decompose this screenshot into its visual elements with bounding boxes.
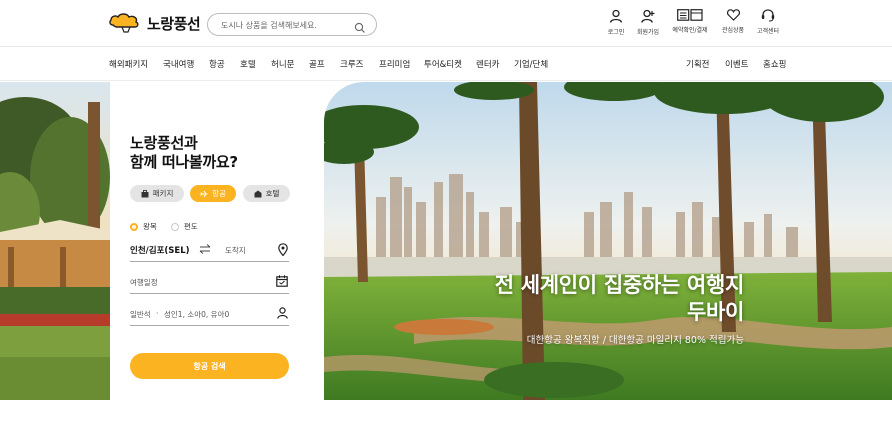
tab-hotel[interactable]: 호텔 <box>243 185 290 202</box>
date-field[interactable]: 여행일정 <box>130 272 289 294</box>
passenger-icon <box>277 307 288 321</box>
search-box[interactable] <box>207 13 377 36</box>
nav-item-overseas-package[interactable]: 해외패키지 <box>109 58 148 70</box>
route-field: 인천/김포(SEL) 도착지 <box>130 240 289 262</box>
radio-one-way-label: 편도 <box>183 222 198 231</box>
radio-selected-icon <box>130 222 138 231</box>
nav-item-hotel[interactable]: 호텔 <box>240 58 256 70</box>
main-nav: 해외패키지 국내여행 항공 호텔 허니문 골프 크루즈 프리미엄 투어&티켓 렌… <box>0 47 892 81</box>
search-input[interactable] <box>221 17 351 33</box>
suitcase-icon <box>141 189 149 198</box>
search-icon[interactable] <box>354 19 366 33</box>
booking-link[interactable]: 예약확인/결제 <box>670 9 710 34</box>
nav-item-homeshopping[interactable]: 홈쇼핑 <box>763 58 786 70</box>
separator-dot: · <box>156 309 159 318</box>
wishlist-link[interactable]: 관심상품 <box>713 9 753 34</box>
nav-item-honeymoon[interactable]: 허니문 <box>271 58 294 70</box>
hero-headline-line1: 전 세계인이 집중하는 여행지 <box>494 273 745 297</box>
heart-icon <box>713 9 753 21</box>
dubai-hero-image[interactable]: 전 세계인이 집중하는 여행지 두바이 대한항공 왕복직항 / 대한항공 마일리… <box>324 82 892 400</box>
trip-type-group: 왕복 편도 <box>130 221 198 232</box>
panel-title-line2: 함께 떠나볼까요? <box>130 153 238 171</box>
panel-title: 노랑풍선과 함께 떠나볼까요? <box>130 134 238 172</box>
tab-package-label: 패키지 <box>152 189 174 198</box>
nav-item-premium[interactable]: 프리미엄 <box>379 58 410 70</box>
signup-label: 회원가입 <box>636 29 660 36</box>
cabin-class-value: 일반석 <box>130 310 151 319</box>
passenger-count-value: 성인1, 소아0, 유아0 <box>164 310 230 319</box>
radio-round-trip-label: 왕복 <box>143 222 157 231</box>
brand-logo[interactable]: 노랑풍선 <box>109 11 201 35</box>
hero-subtext: 대한항공 왕복직항 / 대한항공 마일리지 80% 적립가능 <box>526 335 744 346</box>
radio-unselected-icon <box>170 222 179 231</box>
passenger-field[interactable]: 일반석 · 성인1, 소아0, 유아0 <box>130 304 289 326</box>
headset-icon <box>748 9 788 22</box>
swap-arrows-icon[interactable] <box>199 244 211 256</box>
nav-item-domestic[interactable]: 국내여행 <box>163 58 194 70</box>
nav-item-golf[interactable]: 골프 <box>309 58 325 70</box>
booking-label: 예약확인/결제 <box>672 27 708 34</box>
tab-hotel-label: 호텔 <box>265 189 280 198</box>
nav-item-rentcar[interactable]: 렌터카 <box>476 58 499 70</box>
booking-icon <box>670 9 710 21</box>
person-add-icon <box>628 9 668 23</box>
customer-center-link[interactable]: 고객센터 <box>748 9 788 35</box>
customer-center-label: 고객센터 <box>756 28 780 35</box>
tab-flight[interactable]: 항공 <box>190 185 236 202</box>
resort-photo-left <box>0 82 116 400</box>
hero-headline: 전 세계인이 집중하는 여행지 두바이 <box>494 272 745 326</box>
location-pin-icon <box>278 243 288 258</box>
flight-search-button[interactable]: 항공 검색 <box>130 353 289 379</box>
destination-field[interactable]: 도착지 <box>225 245 246 256</box>
nav-item-cruise[interactable]: 크루즈 <box>340 58 363 70</box>
tab-package[interactable]: 패키지 <box>130 185 184 202</box>
balloon-logo-icon <box>109 11 143 35</box>
radio-round-trip[interactable]: 왕복 <box>130 221 157 232</box>
panel-title-line1: 노랑풍선과 <box>130 134 198 152</box>
nav-item-flight[interactable]: 항공 <box>209 58 225 70</box>
flight-search-panel: 노랑풍선과 함께 떠나볼까요? 패키지 항공 호텔 왕복 편도 인천/김포(SE… <box>110 82 324 400</box>
nav-item-exhibition[interactable]: 기획전 <box>686 58 709 70</box>
tab-flight-label: 항공 <box>212 189 226 198</box>
date-field-placeholder: 여행일정 <box>130 278 158 287</box>
radio-one-way[interactable]: 편도 <box>170 221 198 232</box>
signup-link[interactable]: 회원가입 <box>628 9 668 36</box>
origin-field[interactable]: 인천/김포(SEL) <box>130 244 190 256</box>
nav-item-tour-ticket[interactable]: 투어&티켓 <box>424 58 462 70</box>
plane-icon <box>200 190 208 198</box>
wishlist-label: 관심상품 <box>721 27 745 34</box>
brand-name: 노랑풍선 <box>147 14 201 33</box>
nav-item-event[interactable]: 이벤트 <box>725 58 748 70</box>
hotel-icon <box>254 190 262 198</box>
site-header: 노랑풍선 로그인 회원가입 예약확인/결제 관심상품 고객센터 <box>0 0 892 47</box>
hero-headline-line2: 두바이 <box>686 300 744 324</box>
hero-section: 전 세계인이 집중하는 여행지 두바이 대한항공 왕복직항 / 대한항공 마일리… <box>0 82 892 400</box>
calendar-icon <box>276 275 288 289</box>
nav-item-corporate[interactable]: 기업/단체 <box>514 58 548 70</box>
